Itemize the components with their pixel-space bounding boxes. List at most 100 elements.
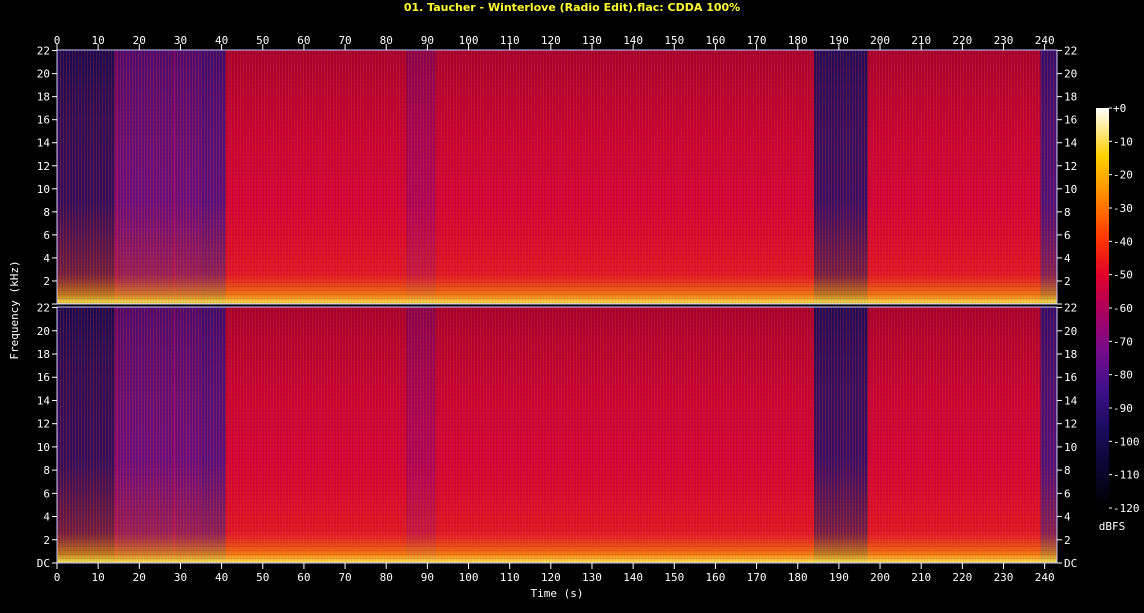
x-tick-top-23: 230 [994,34,1014,47]
x-tick-bottom-19: 190 [829,571,849,584]
y-tick-right-0-11: 22 [1064,45,1077,58]
y-tick-right-1-3: 6 [1064,487,1071,500]
y-tick-left-0-11: 22 [37,45,50,58]
x-tick-top-5: 50 [256,34,269,47]
x-tick-top-2: 20 [133,34,146,47]
y-tick-right-0-1: 2 [1064,275,1071,288]
x-tick-bottom-1: 10 [92,571,105,584]
x-tick-top-8: 80 [380,34,393,47]
y-tick-left-0-4: 8 [43,206,50,219]
x-tick-top-18: 180 [788,34,808,47]
x-tick-bottom-17: 170 [747,571,767,584]
x-tick-bottom-15: 150 [664,571,684,584]
x-tick-bottom-5: 50 [256,571,269,584]
y-tick-left-0-10: 20 [37,68,50,81]
x-axis-label: Time (s) [531,587,584,600]
y-tick-right-0-6: 12 [1064,160,1077,173]
y-tick-left-1-2: 4 [43,511,50,524]
colorbar-tick-6: -60 [1113,302,1133,315]
x-tick-bottom-3: 30 [174,571,187,584]
x-tick-top-3: 30 [174,34,187,47]
x-tick-bottom-14: 140 [623,571,643,584]
x-tick-bottom-21: 210 [911,571,931,584]
colorbar [1096,108,1109,508]
colorbar-tick-11: -110 [1113,469,1140,482]
colorbar-tick-8: -80 [1113,369,1133,382]
x-tick-bottom-8: 80 [380,571,393,584]
x-tick-top-16: 160 [705,34,725,47]
colorbar-tick-1: -10 [1113,135,1133,148]
y-tick-left-1-0: DC [37,557,50,570]
y-tick-right-0-4: 8 [1064,206,1071,219]
colorbar-tick-5: -50 [1113,269,1133,282]
colorbar-tick-3: -30 [1113,202,1133,215]
y-tick-left-0-5: 10 [37,183,50,196]
x-tick-top-19: 190 [829,34,849,47]
x-tick-bottom-13: 130 [582,571,602,584]
y-tick-right-1-10: 20 [1064,325,1077,338]
colorbar-tick-2: -20 [1113,169,1133,182]
x-tick-top-20: 200 [870,34,890,47]
y-tick-left-1-5: 10 [37,441,50,454]
colorbar-tick-7: -70 [1113,335,1133,348]
spectrogram-channel-2 [56,306,1058,564]
y-tick-right-0-2: 4 [1064,252,1071,265]
x-tick-bottom-11: 110 [500,571,520,584]
x-tick-top-1: 10 [92,34,105,47]
spectrogram-channel-1 [56,49,1058,305]
x-tick-bottom-18: 180 [788,571,808,584]
x-tick-top-10: 100 [459,34,479,47]
x-tick-bottom-9: 90 [421,571,434,584]
y-tick-right-0-8: 16 [1064,114,1077,127]
x-tick-bottom-23: 230 [994,571,1014,584]
y-tick-right-0-9: 18 [1064,91,1077,104]
x-tick-top-7: 70 [338,34,351,47]
x-tick-top-9: 90 [421,34,434,47]
y-tick-left-0-2: 4 [43,252,50,265]
y-tick-left-1-3: 6 [43,487,50,500]
x-tick-top-22: 220 [952,34,972,47]
x-tick-top-12: 120 [541,34,561,47]
y-tick-left-0-6: 12 [37,160,50,173]
y-tick-right-1-9: 18 [1064,348,1077,361]
y-tick-right-1-2: 4 [1064,511,1071,524]
y-tick-right-1-6: 12 [1064,418,1077,431]
x-tick-top-11: 110 [500,34,520,47]
colorbar-tick-0: +0 [1113,102,1126,115]
x-tick-top-6: 60 [297,34,310,47]
y-tick-right-0-3: 6 [1064,229,1071,242]
spectrogram-chart: 0 0 10 10 20 20 30 30 40 40 50 50 60 60 70 70 80 80 90 90 10… [8,34,1140,600]
colorbar-label: dBFS [1099,520,1126,533]
y-tick-left-1-9: 18 [37,348,50,361]
x-tick-bottom-6: 60 [297,571,310,584]
y-tick-right-1-5: 10 [1064,441,1077,454]
spectral-texture [57,50,1057,304]
y-tick-right-1-8: 16 [1064,371,1077,384]
x-tick-bottom-0: 0 [54,571,61,584]
x-tick-bottom-24: 240 [1035,571,1055,584]
y-tick-right-1-1: 2 [1064,534,1071,547]
y-tick-right-0-10: 20 [1064,68,1077,81]
y-tick-left-0-9: 18 [37,91,50,104]
y-tick-left-1-6: 12 [37,418,50,431]
x-tick-bottom-12: 120 [541,571,561,584]
y-tick-right-1-0: DC [1064,557,1077,570]
colorbar-tick-12: -120 [1113,502,1140,515]
x-tick-bottom-4: 40 [215,571,228,584]
x-tick-bottom-16: 160 [705,571,725,584]
x-tick-bottom-2: 20 [133,571,146,584]
y-tick-left-1-10: 20 [37,325,50,338]
x-tick-bottom-22: 220 [952,571,972,584]
x-tick-top-24: 240 [1035,34,1055,47]
spectral-texture [57,307,1057,563]
colorbar-tick-9: -90 [1113,402,1133,415]
x-tick-top-14: 140 [623,34,643,47]
x-tick-top-4: 40 [215,34,228,47]
x-tick-top-21: 210 [911,34,931,47]
y-tick-left-1-4: 8 [43,464,50,477]
y-tick-right-0-7: 14 [1064,137,1078,150]
y-tick-left-1-7: 14 [37,394,51,407]
x-tick-top-17: 170 [747,34,767,47]
y-axis-label: Frequency (kHz) [8,260,21,359]
y-tick-right-0-5: 10 [1064,183,1077,196]
